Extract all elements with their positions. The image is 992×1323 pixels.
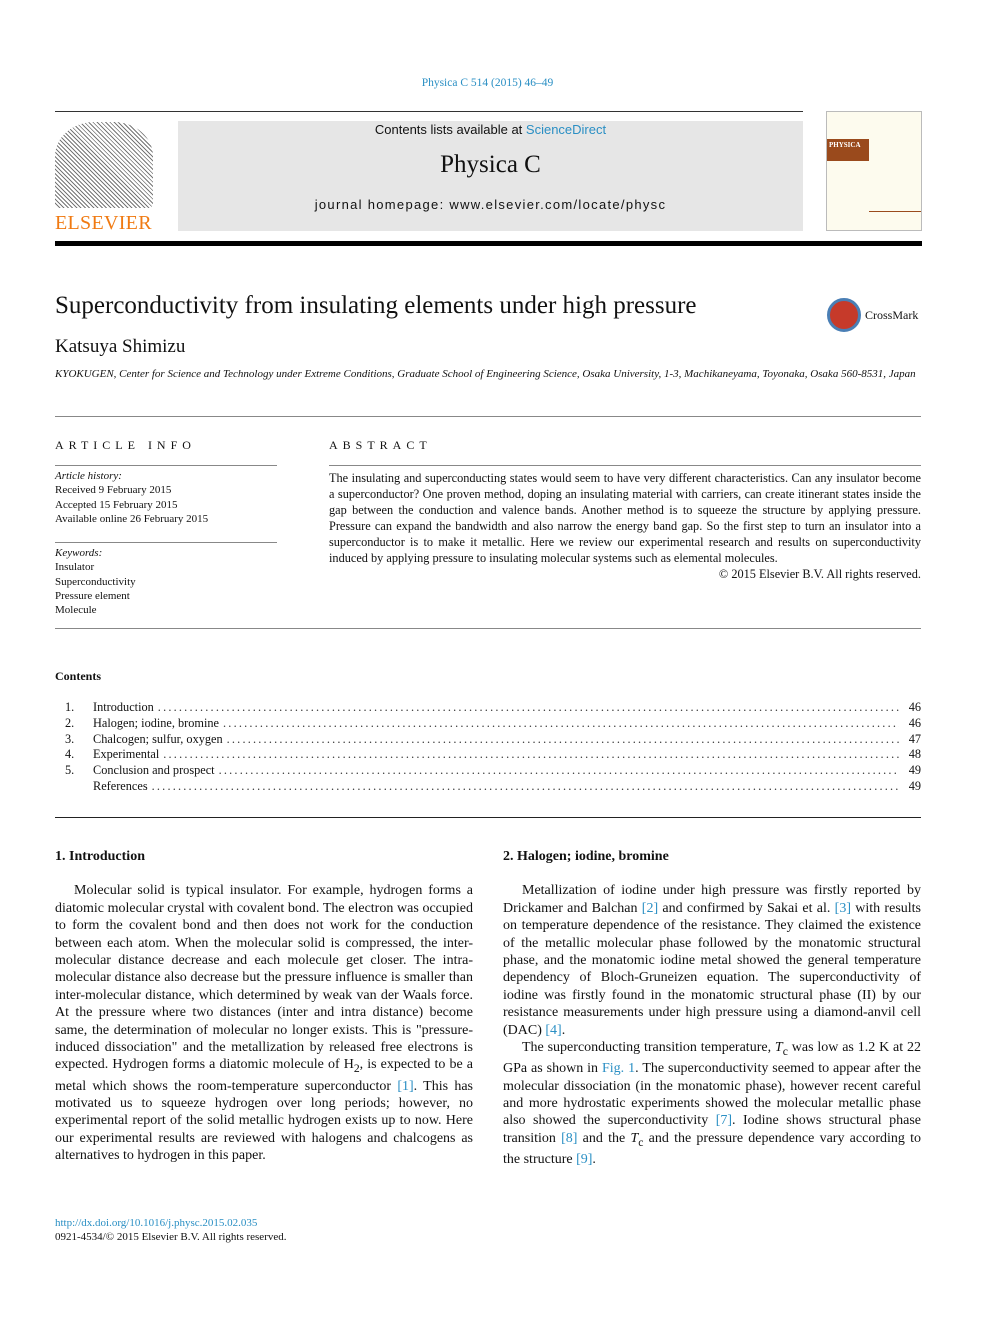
keywords: Keywords: Insulator Superconductivity Pr…: [55, 546, 136, 617]
divider: [55, 817, 921, 818]
toc-item[interactable]: 1. Introduction..........................…: [65, 700, 921, 716]
toc-title: Chalcogen; sulfur, oxygen: [93, 731, 223, 746]
publisher-logo-text: ELSEVIER: [55, 212, 152, 234]
divider: [55, 416, 921, 417]
history-item: Available online 26 February 2015: [55, 512, 209, 525]
paragraph: The superconducting transition temperatu…: [503, 1039, 921, 1168]
toc-leader: ........................................…: [226, 731, 899, 746]
text: Molecular solid is typical insulator. Fo…: [55, 883, 473, 1073]
toc-title: Experimental: [93, 747, 160, 762]
toc-title: Halogen; iodine, bromine: [93, 715, 220, 730]
divider: [55, 111, 803, 112]
toc-number: 2.: [65, 715, 75, 730]
contents-heading: Contents: [55, 669, 102, 683]
toc-item[interactable]: 4. Experimental..........................…: [65, 747, 921, 763]
abstract: The insulating and superconducting state…: [329, 470, 921, 582]
keyword: Pressure element: [55, 589, 130, 602]
section-introduction: 1. Introduction Molecular solid is typic…: [55, 848, 473, 1165]
toc-page: 49: [908, 763, 921, 778]
tree-icon: [55, 122, 153, 208]
history-item: Accepted 15 February 2015: [55, 498, 178, 511]
abstract-heading: ABSTRACT: [329, 438, 432, 452]
toc-number: 4.: [65, 747, 75, 762]
divider: [329, 465, 921, 466]
sciencedirect-link[interactable]: ScienceDirect: [526, 122, 606, 137]
journal-homepage[interactable]: journal homepage: www.elsevier.com/locat…: [178, 197, 803, 212]
text: with results on temperature dependence o…: [503, 900, 921, 1038]
toc-item[interactable]: References..............................…: [65, 779, 921, 795]
footer: http://dx.doi.org/10.1016/j.physc.2015.0…: [55, 1216, 287, 1244]
text: .: [561, 1022, 566, 1038]
author: Katsuya Shimizu: [55, 336, 186, 357]
citation-link[interactable]: [7]: [716, 1113, 732, 1128]
toc-leader: ........................................…: [151, 778, 899, 793]
article-title: Superconductivity from insulating elemen…: [55, 292, 697, 319]
toc-leader: ........................................…: [157, 700, 899, 714]
crossmark-button[interactable]: CrossMark: [827, 298, 918, 332]
text: The superconducting transition temperatu…: [522, 1040, 775, 1056]
paragraph: Molecular solid is typical insulator. Fo…: [55, 882, 473, 1164]
contents-prefix: Contents lists available at: [374, 122, 526, 137]
section-heading: 2. Halogen; iodine, bromine: [503, 849, 669, 864]
article-info-heading: ARTICLE INFO: [55, 438, 196, 452]
toc-number: 1.: [65, 700, 75, 714]
toc-page: 46: [908, 700, 921, 714]
figure-link[interactable]: Fig. 1: [602, 1061, 635, 1076]
issn: 0921-4534/© 2015 Elsevier B.V. All right…: [55, 1231, 287, 1243]
toc-title: References: [93, 778, 148, 793]
toc-item[interactable]: 2. Halogen; iodine, bromine..............…: [65, 716, 921, 732]
keywords-label: Keywords:: [55, 547, 103, 559]
copyright: © 2015 Elsevier B.V. All rights reserved…: [718, 567, 921, 581]
section-heading: 1. Introduction: [55, 849, 145, 864]
toc-title: Conclusion and prospect: [93, 763, 215, 778]
paragraph: Metallization of iodine under high press…: [503, 882, 921, 1039]
toc-page: 48: [908, 747, 921, 762]
divider: [55, 465, 277, 466]
crossmark-label: CrossMark: [865, 307, 919, 322]
table-of-contents: 1. Introduction..........................…: [65, 700, 921, 795]
section-halogen: 2. Halogen; iodine, bromine Metallizatio…: [503, 848, 921, 1169]
abstract-text: The insulating and superconducting state…: [329, 471, 921, 565]
divider: [55, 628, 921, 629]
divider: [55, 241, 922, 246]
history-item: Received 9 February 2015: [55, 484, 172, 497]
citation-link[interactable]: [1]: [397, 1079, 413, 1094]
journal-banner: Contents lists available at ScienceDirec…: [178, 121, 803, 231]
journal-cover: PHYSICA: [826, 111, 922, 231]
divider: [55, 542, 277, 543]
toc-leader: ........................................…: [218, 763, 899, 778]
journal-title: Physica C: [440, 151, 541, 178]
journal-reference[interactable]: Physica C 514 (2015) 46–49: [0, 77, 975, 89]
cover-label: PHYSICA: [827, 139, 869, 161]
toc-page: 46: [908, 715, 921, 730]
toc-number: 3.: [65, 731, 75, 746]
toc-title: Introduction: [93, 700, 154, 714]
text: and confirmed by Sakai et al.: [658, 900, 835, 916]
citation-link[interactable]: [4]: [545, 1023, 561, 1038]
elsevier-logo: ELSEVIER: [55, 122, 155, 234]
toc-page: 47: [908, 731, 921, 746]
text: .: [592, 1152, 596, 1168]
keyword: Molecule: [55, 604, 97, 617]
toc-page: 49: [908, 778, 921, 793]
toc-item[interactable]: 5. Conclusion and prospect...............…: [65, 763, 921, 779]
symbol: T: [774, 1040, 783, 1056]
text: and the: [577, 1130, 631, 1146]
toc-number: 5.: [65, 763, 75, 778]
toc-leader: ........................................…: [223, 715, 899, 730]
citation-link[interactable]: [8]: [561, 1131, 577, 1146]
citation-link[interactable]: [2]: [642, 901, 658, 916]
history-label: Article history:: [55, 470, 122, 482]
crossmark-icon: [827, 298, 861, 332]
citation-link[interactable]: [9]: [576, 1152, 592, 1167]
doi-link[interactable]: http://dx.doi.org/10.1016/j.physc.2015.0…: [55, 1216, 287, 1230]
article-history: Article history: Received 9 February 201…: [55, 469, 208, 526]
citation-link[interactable]: [3]: [835, 901, 851, 916]
keyword: Insulator: [55, 561, 95, 574]
keyword: Superconductivity: [55, 575, 136, 588]
affiliation: KYOKUGEN, Center for Science and Technol…: [55, 368, 916, 380]
toc-leader: ........................................…: [163, 747, 899, 762]
toc-item[interactable]: 3. Chalcogen; sulfur, oxygen.............…: [65, 732, 921, 748]
